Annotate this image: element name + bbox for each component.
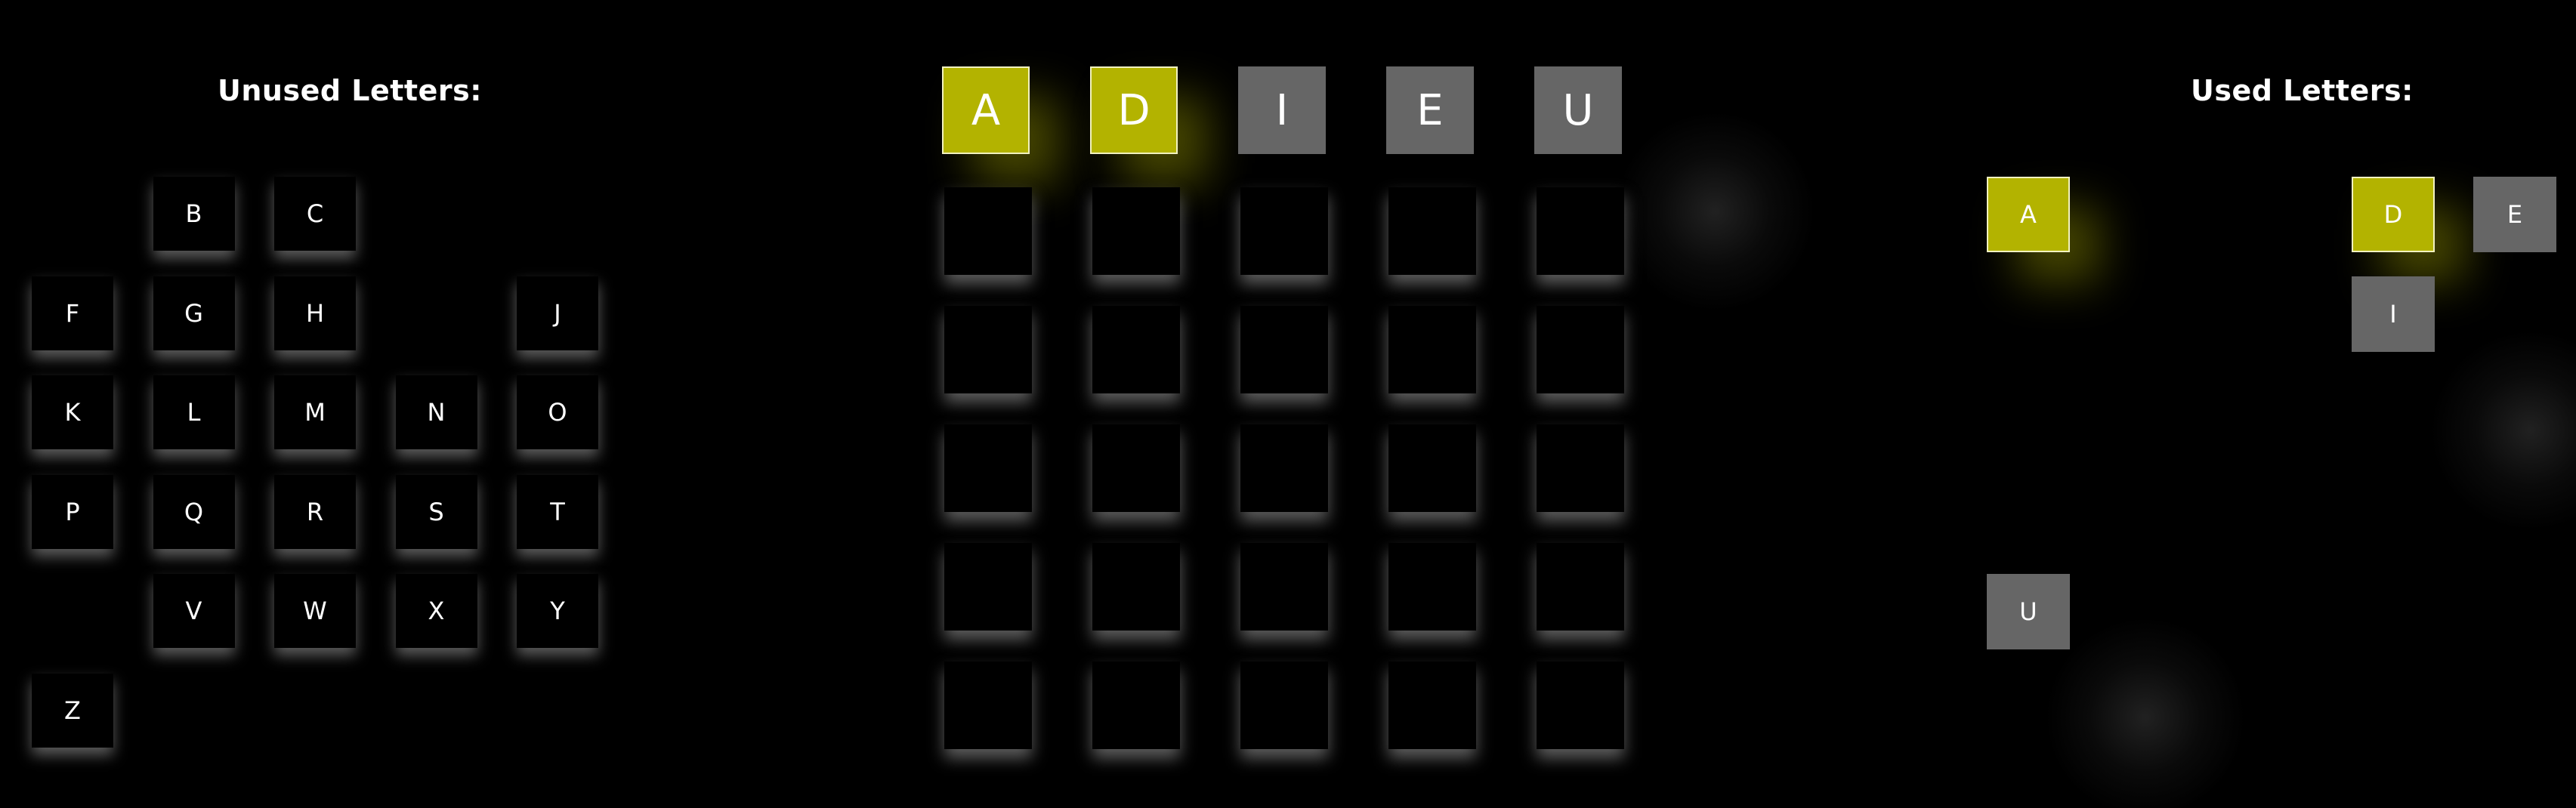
letter-key-n[interactable]: N (395, 375, 477, 449)
guess-cell (1537, 662, 1624, 749)
used-letter-i: I (2352, 276, 2435, 352)
used-letter-u: U (1987, 574, 2070, 649)
used-letters-title: Used Letters: (2191, 74, 2414, 107)
letter-key-v[interactable]: V (153, 574, 235, 648)
letter-key-k[interactable]: K (32, 375, 113, 449)
guess-cell (944, 187, 1032, 275)
guess-cell (944, 424, 1032, 512)
letter-key-t[interactable]: T (517, 474, 598, 549)
letter-key-z[interactable]: Z (32, 673, 113, 748)
letter-key-m[interactable]: M (274, 375, 356, 449)
letter-key-x[interactable]: X (395, 574, 477, 648)
guess-cell (1388, 424, 1476, 512)
guess-cell (944, 306, 1032, 393)
letter-key-q[interactable]: Q (153, 474, 235, 549)
guess-cell (1092, 424, 1180, 512)
letter-key-l[interactable]: L (153, 375, 235, 449)
guess-cell (1240, 306, 1328, 393)
letter-key-f[interactable]: F (32, 276, 113, 350)
used-letter-a: A (1987, 177, 2070, 252)
guess-cell (1240, 543, 1328, 631)
guess-cell (1388, 662, 1476, 749)
guess-cell (1092, 543, 1180, 631)
guess-cell (1537, 543, 1624, 631)
guess-cell (944, 662, 1032, 749)
letter-key-o[interactable]: O (517, 375, 598, 449)
guess-cell: E (1386, 66, 1474, 154)
guess-cell (1092, 187, 1180, 275)
letter-key-c[interactable]: C (274, 177, 356, 251)
guess-cell (1388, 306, 1476, 393)
guess-cell (1388, 543, 1476, 631)
letter-key-g[interactable]: G (153, 276, 235, 350)
letter-key-s[interactable]: S (395, 474, 477, 549)
game-screen: Unused Letters: Used Letters: BC FGH J KLMN… (0, 0, 2576, 808)
used-letter-d: D (2352, 177, 2435, 252)
guess-cell (1537, 306, 1624, 393)
guess-cell (1388, 187, 1476, 275)
letter-key-y[interactable]: Y (517, 574, 598, 648)
guess-cell (1537, 424, 1624, 512)
guess-cell (1240, 187, 1328, 275)
ambient-glow (2047, 619, 2244, 808)
guess-cell (1092, 662, 1180, 749)
letter-key-p[interactable]: P (32, 474, 113, 549)
unused-letters-title: Unused Letters: (218, 74, 482, 107)
guess-cell (1537, 187, 1624, 275)
guess-cell (1240, 424, 1328, 512)
letter-key-w[interactable]: W (274, 574, 356, 648)
used-letter-e: E (2473, 177, 2556, 252)
letter-key-h[interactable]: H (274, 276, 356, 350)
letter-key-j[interactable]: J (517, 276, 598, 350)
guess-cell: D (1090, 66, 1178, 154)
ambient-glow (2432, 332, 2576, 529)
guess-cell: A (942, 66, 1030, 154)
guess-cell: U (1534, 66, 1622, 154)
guess-cell (1240, 662, 1328, 749)
guess-cell (944, 543, 1032, 631)
letter-key-b[interactable]: B (153, 177, 235, 251)
ambient-glow (1617, 113, 1813, 310)
guess-cell (1092, 306, 1180, 393)
guess-cell: I (1238, 66, 1326, 154)
letter-key-r[interactable]: R (274, 474, 356, 549)
